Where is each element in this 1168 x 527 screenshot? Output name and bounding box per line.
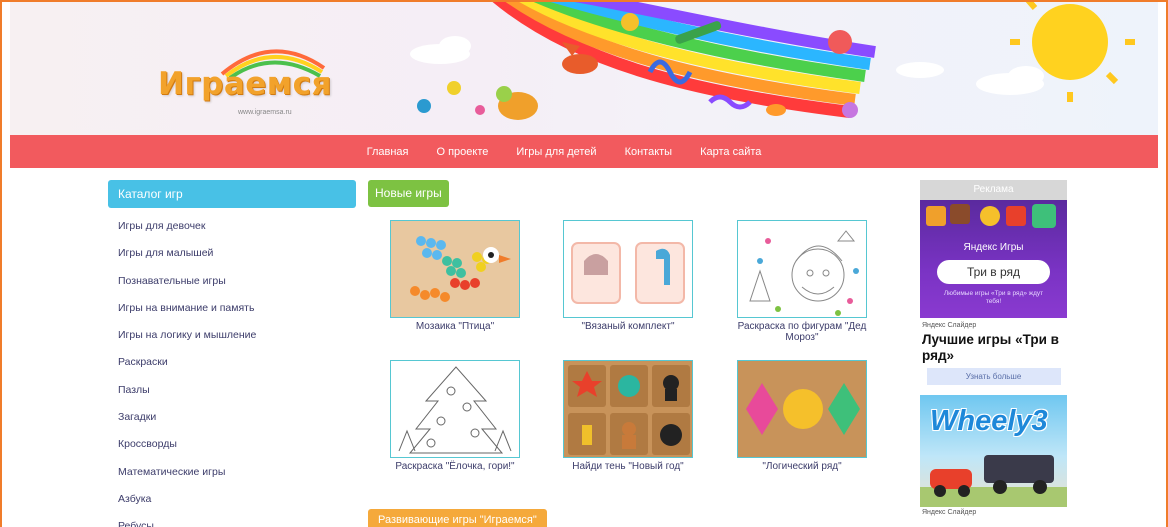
- nav-kids-games[interactable]: Игры для детей: [502, 146, 610, 158]
- ad1-brand: Яндекс Игры: [963, 242, 1024, 253]
- dev-games-title: Развивающие игры "Играемся": [368, 509, 547, 527]
- catalog-item[interactable]: Математические игры: [118, 462, 256, 489]
- logic-row-image: [738, 361, 866, 457]
- game-title[interactable]: Найди тень "Новый год": [548, 461, 708, 472]
- catalog-item[interactable]: Игры на внимание и память: [118, 298, 256, 325]
- main-nav: Главная О проекте Игры для детей Контакт…: [10, 135, 1158, 168]
- catalog-item[interactable]: Игры для малышей: [118, 243, 256, 270]
- catalog-item[interactable]: Ребусы: [118, 516, 256, 527]
- catalog-list: Игры для девочек Игры для малышей Познав…: [118, 216, 256, 527]
- game-thumbnail[interactable]: [737, 360, 867, 458]
- game-card[interactable]: Найди тень "Новый год": [548, 360, 708, 472]
- ad1-sponsor: Яндекс Слайдер: [922, 322, 977, 329]
- game-thumbnail[interactable]: [390, 220, 520, 318]
- game-card[interactable]: Мозаика "Птица": [375, 220, 535, 332]
- mosaic-bird-image: [391, 221, 519, 317]
- game-card[interactable]: Раскраска "Ёлочка, гори!": [375, 360, 535, 472]
- catalog-item[interactable]: Познавательные игры: [118, 271, 256, 298]
- catalog-item[interactable]: Кроссворды: [118, 434, 256, 461]
- logo-url: www.igraemsa.ru: [238, 109, 292, 116]
- wheely-car-icon: [920, 455, 1067, 507]
- catalog-item[interactable]: Пазлы: [118, 380, 256, 407]
- ad1-headline[interactable]: Лучшие игры «Три в ряд»: [920, 332, 1067, 364]
- game-title[interactable]: Мозаика "Птица": [375, 321, 535, 332]
- game-thumbnail[interactable]: [390, 360, 520, 458]
- ad-column: Реклама Яндекс Игры Три в ряд Любимые иг…: [920, 180, 1067, 516]
- ad1-play-button[interactable]: Три в ряд: [937, 260, 1050, 284]
- nav-about[interactable]: О проекте: [422, 146, 502, 158]
- header-banner: Играемся www.igraemsa.ru: [10, 2, 1158, 135]
- nav-contacts[interactable]: Контакты: [611, 146, 687, 158]
- catalog-item[interactable]: Раскраски: [118, 352, 256, 379]
- fir-tree-coloring-image: [391, 361, 519, 457]
- game-thumbnail[interactable]: [563, 220, 693, 318]
- ad-label: Реклама: [920, 180, 1067, 200]
- ad-banner-wheely[interactable]: Wheely3: [920, 395, 1067, 507]
- game-thumbnail[interactable]: [563, 360, 693, 458]
- catalog-item[interactable]: Игры на логику и мышление: [118, 325, 256, 352]
- logo-text: Играемся: [158, 66, 332, 102]
- ad1-more-button[interactable]: Узнать больше: [926, 368, 1061, 385]
- santa-coloring-image: [738, 221, 866, 317]
- knitted-set-image: [564, 221, 692, 317]
- find-shadow-image: [564, 361, 692, 457]
- game-card[interactable]: "Логический ряд": [722, 360, 882, 472]
- catalog-item[interactable]: Загадки: [118, 407, 256, 434]
- game-thumbnail[interactable]: [737, 220, 867, 318]
- catalog-item[interactable]: Игры для девочек: [118, 216, 256, 243]
- game-title[interactable]: "Вязаный комплект": [548, 321, 708, 332]
- ad2-sponsor: Яндекс Слайдер: [922, 509, 977, 516]
- game-card[interactable]: "Вязаный комплект": [548, 220, 708, 332]
- ad-banner-match3[interactable]: Яндекс Игры Три в ряд Любимые игры «Три …: [920, 200, 1067, 318]
- game-title[interactable]: Раскраска "Ёлочка, гори!": [375, 461, 535, 472]
- nav-home[interactable]: Главная: [353, 146, 423, 158]
- game-card[interactable]: Раскраска по фигурам "Дед Мороз": [722, 220, 882, 343]
- ad1-small-text: Любимые игры «Три в ряд» ждут тебя!: [943, 290, 1044, 305]
- new-games-title: Новые игры: [368, 180, 449, 207]
- catalog-title: Каталог игр: [108, 180, 356, 208]
- game-title[interactable]: "Логический ряд": [722, 461, 882, 472]
- catalog-item[interactable]: Азбука: [118, 489, 256, 516]
- match3-gems-icon: [926, 204, 1056, 228]
- site-logo[interactable]: Играемся www.igraemsa.ru: [152, 38, 332, 128]
- nav-sitemap[interactable]: Карта сайта: [686, 146, 775, 158]
- game-title[interactable]: Раскраска по фигурам "Дед Мороз": [722, 321, 882, 343]
